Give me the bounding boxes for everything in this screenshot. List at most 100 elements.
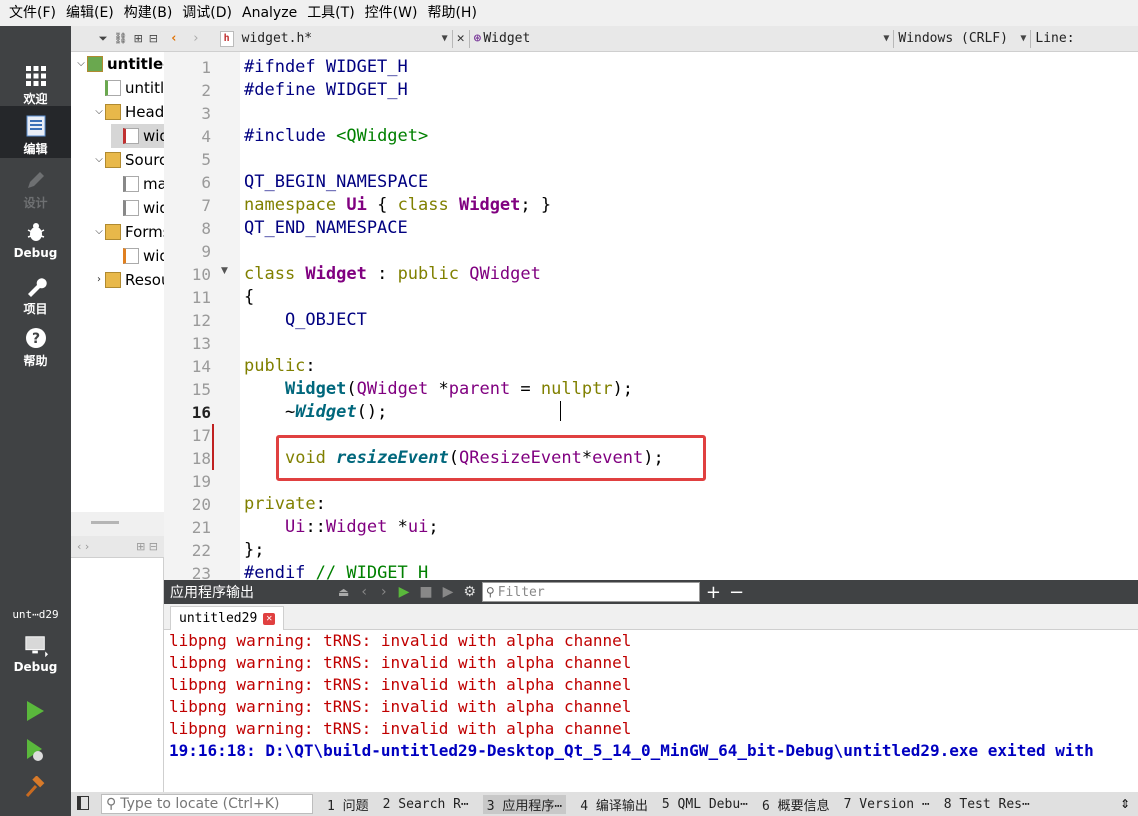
expand-panes-icon[interactable]: ⇕	[1120, 797, 1130, 811]
tree-item[interactable]: ⌵ untitled29	[75, 52, 164, 76]
back-arrow-icon[interactable]: ‹	[170, 31, 178, 46]
tree-item[interactable]: ⌵ Sources	[93, 148, 164, 172]
output-pane-button[interactable]: 2 Search R⋯	[383, 797, 469, 812]
wrench-icon	[24, 274, 48, 298]
code-token: Widget	[284, 379, 347, 399]
menu-item[interactable]: 调试(D)	[177, 0, 237, 26]
zoom-in-icon[interactable]: +	[706, 582, 721, 603]
symbol-selector[interactable]: Widget	[483, 31, 883, 46]
rerun-icon[interactable]: ▶	[399, 584, 410, 600]
text-cursor	[560, 401, 561, 421]
code-token: ::	[305, 517, 326, 537]
chevron-down-icon[interactable]: ⌵	[93, 100, 105, 124]
fold-marker-icon[interactable]: ▼	[221, 266, 228, 276]
debug-run-button[interactable]	[24, 738, 46, 766]
run-button[interactable]	[24, 700, 46, 726]
output-tab-untitled29[interactable]: untitled29 ✕	[170, 606, 285, 630]
menu-item[interactable]: 文件(F)	[4, 0, 61, 26]
line-number: 23	[191, 564, 211, 580]
mode-help[interactable]: ? 帮助	[0, 318, 71, 370]
code-token: {	[366, 195, 398, 215]
tree-item[interactable]: untitled29.pro	[93, 76, 164, 100]
attach-icon[interactable]: ⏏	[338, 585, 349, 599]
mode-edit[interactable]: 编辑	[0, 106, 71, 158]
chevron-right-icon[interactable]: ›	[93, 268, 105, 292]
build-button[interactable]	[24, 775, 46, 802]
line-label[interactable]: Line:	[1035, 31, 1074, 46]
tree-item[interactable]: main.cpp	[111, 172, 164, 196]
mode-design[interactable]: 设计	[0, 160, 71, 212]
output-pane-button[interactable]: 3 应用程序⋯	[482, 794, 567, 814]
chevron-down-icon[interactable]: ⌵	[93, 148, 105, 172]
close-tab-icon[interactable]: ✕	[263, 612, 276, 625]
line-number: 8	[201, 219, 211, 238]
line-ending-dropdown-icon[interactable]: ▼	[1020, 33, 1026, 44]
line-ending-selector[interactable]: Windows (CRLF)	[898, 31, 1020, 46]
link-icon[interactable]: ⛓	[114, 32, 128, 45]
pane-splitter[interactable]	[71, 512, 164, 536]
header-file-icon: h	[219, 30, 234, 47]
split-icon[interactable]: ⊞ ⊟	[136, 540, 158, 553]
line-number: 2	[201, 81, 211, 100]
zoom-out-icon[interactable]: −	[729, 582, 744, 603]
tree-item-label: untitled29.pro	[125, 79, 164, 97]
tree-item[interactable]: ⌵ Headers	[93, 100, 164, 124]
output-filter-field[interactable]: ⚲ Filter	[481, 582, 700, 602]
output-line: libpng warning: tRNS: invalid with alpha…	[169, 631, 632, 650]
mode-welcome[interactable]: 欢迎	[0, 56, 71, 108]
output-pane-button[interactable]: 5 QML Debu⋯	[662, 797, 748, 812]
debug-rerun-icon[interactable]: ▶	[443, 584, 454, 600]
code-token: ; }	[520, 195, 552, 215]
output-line: libpng warning: tRNS: invalid with alpha…	[169, 675, 632, 694]
symbol-dropdown-icon[interactable]: ▼	[883, 33, 889, 44]
menu-item[interactable]: 工具(T)	[302, 0, 359, 26]
menu-item[interactable]: Analyze	[237, 0, 302, 26]
svg-text:?: ?	[31, 331, 39, 347]
tree-item[interactable]: widget.h	[111, 124, 164, 148]
output-pane-button[interactable]: 1 问题	[327, 795, 369, 814]
code-editor[interactable]: 1 2 3 4 5 6 7 8 9 10 11 12 13 14 15 16 17 18 19 20 21 22 23 #i…	[164, 52, 1138, 580]
menu-item[interactable]: 控件(W)	[360, 0, 423, 26]
locator-input[interactable]: ⚲ Type to locate (Ctrl+K)	[101, 794, 313, 814]
close-document-icon[interactable]: ✕	[457, 31, 465, 46]
mode-debug[interactable]: Debug	[0, 212, 71, 264]
open-file-selector[interactable]: widget.h*	[242, 31, 442, 46]
prev-icon[interactable]: ‹	[361, 584, 367, 600]
nav-back-icon[interactable]: ‹ ›	[77, 540, 89, 553]
output-pane-title: 应用程序输出	[170, 585, 254, 601]
line-number: 3	[201, 104, 211, 123]
output-pane-button[interactable]: 6 概要信息	[762, 795, 830, 814]
application-output[interactable]: libpng warning: tRNS: invalid with alpha…	[164, 630, 1138, 792]
toggle-sidebar-icon[interactable]	[77, 796, 89, 810]
forward-arrow-icon[interactable]: ›	[192, 31, 200, 46]
code-line: Q_OBJECT	[244, 309, 367, 332]
tree-item[interactable]: ⌵ Forms	[93, 220, 164, 244]
close-pane-icon[interactable]: ⊟	[149, 32, 158, 45]
chevron-down-icon[interactable]: ⌵	[93, 220, 105, 244]
output-pane-button[interactable]: 7 Version ⋯	[844, 797, 930, 812]
splitter-grip[interactable]	[91, 521, 119, 524]
menu-bar: 文件(F) 编辑(E) 构建(B) 调试(D) Analyze 工具(T) 控件(W) 帮助(…	[0, 0, 1138, 26]
mode-projects[interactable]: 项目	[0, 266, 71, 318]
chevron-down-icon[interactable]: ⌵	[75, 52, 87, 76]
menu-item[interactable]: 帮助(H)	[422, 0, 481, 26]
code-token: namespace	[244, 195, 347, 215]
menu-item[interactable]: 构建(B)	[119, 0, 178, 26]
settings-gear-icon[interactable]: ⚙	[463, 584, 476, 600]
next-icon[interactable]: ›	[381, 584, 387, 600]
code-line: #endif // WIDGET_H	[244, 562, 428, 580]
tree-item[interactable]: widget.cpp	[111, 196, 164, 220]
output-pane-button[interactable]: 4 编译输出	[580, 795, 648, 814]
code-line: public:	[244, 355, 316, 378]
output-pane-button[interactable]: 8 Test Res⋯	[944, 797, 1030, 812]
tree-item[interactable]: widget.ui	[111, 244, 164, 268]
tree-item[interactable]: › Resources	[93, 268, 164, 292]
file-dropdown-icon[interactable]: ▼	[442, 33, 448, 44]
menu-item[interactable]: 编辑(E)	[61, 0, 119, 26]
search-icon: ⚲	[485, 585, 495, 599]
filter-icon[interactable]: ⏷	[99, 32, 108, 46]
tree-item-label: widget.ui	[143, 247, 164, 265]
kit-selector[interactable]: Debug	[0, 626, 71, 678]
stop-icon[interactable]: ■	[419, 584, 432, 600]
split-icon[interactable]: ⊞	[134, 32, 143, 45]
